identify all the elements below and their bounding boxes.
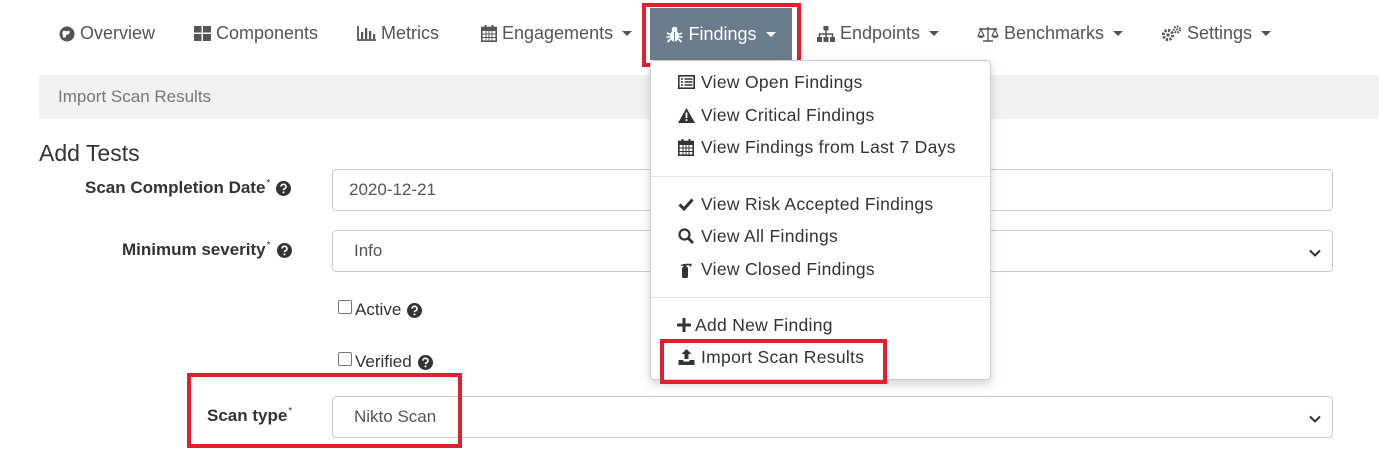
nav-metrics[interactable]: Metrics [357, 0, 439, 67]
balance-scale-icon [977, 26, 999, 42]
severity-label-row: Minimum severity * [122, 240, 292, 260]
grid-icon [194, 26, 211, 41]
scan-type-label: Scan type [207, 406, 288, 425]
menu-view-open-findings[interactable]: View Open Findings [677, 69, 863, 95]
menu-view-critical-findings[interactable]: View Critical Findings [677, 102, 875, 128]
warning-icon [677, 107, 695, 123]
help-icon[interactable] [407, 302, 423, 318]
fire-extinguisher-icon [677, 261, 695, 278]
nav-settings-label: Settings [1187, 23, 1253, 43]
required-marker: * [288, 406, 293, 417]
menu-view-closed-findings-label: View Closed Findings [701, 258, 875, 279]
menu-view-critical-findings-label: View Critical Findings [701, 104, 875, 125]
nav-benchmarks[interactable]: Benchmarks [977, 0, 1124, 67]
active-label: Active [355, 300, 402, 319]
nav-overview-label: Overview [80, 23, 156, 43]
help-icon[interactable] [417, 354, 433, 370]
sitemap-icon [817, 25, 835, 42]
menu-view-closed-findings[interactable]: View Closed Findings [677, 256, 875, 282]
nav-metrics-label: Metrics [381, 23, 439, 43]
nav-overview[interactable]: Overview [59, 0, 155, 67]
globe-icon [59, 26, 75, 42]
menu-divider [651, 176, 990, 177]
help-icon[interactable] [276, 242, 292, 258]
scan-date-label-row: Scan Completion Date * [85, 178, 292, 198]
chevron-down-icon [929, 31, 940, 36]
nav-engagements-label: Engagements [502, 23, 614, 43]
chevron-down-icon [1261, 31, 1272, 36]
nav-components-label: Components [216, 23, 319, 43]
verified-checkbox[interactable] [338, 352, 352, 366]
calendar-icon [481, 25, 497, 42]
nav-settings[interactable]: Settings [1161, 0, 1272, 67]
scan-type-select[interactable]: Nikto Scan [332, 396, 1333, 438]
menu-view-findings-last-7-days-label: View Findings from Last 7 Days [701, 136, 956, 157]
menu-import-scan-results[interactable]: Import Scan Results [677, 344, 864, 370]
upload-icon [677, 349, 695, 365]
menu-import-scan-results-label: Import Scan Results [701, 346, 865, 367]
chevron-down-icon [1308, 245, 1322, 265]
page-title: Add Tests [39, 140, 140, 166]
nav-endpoints-label: Endpoints [840, 23, 921, 43]
chevron-down-icon [765, 31, 776, 37]
nav-components[interactable]: Components [194, 0, 318, 67]
nav-benchmarks-label: Benchmarks [1004, 23, 1105, 43]
nav-findings-label: Findings [688, 23, 757, 44]
required-marker: * [266, 240, 271, 251]
chevron-down-icon [1113, 31, 1124, 36]
active-checkbox-row: Active [338, 300, 423, 320]
menu-add-new-finding-label: Add New Finding [695, 314, 833, 335]
severity-label: Minimum severity [122, 240, 266, 259]
menu-view-open-findings-label: View Open Findings [701, 71, 863, 92]
verified-checkbox-row: Verified [338, 352, 433, 372]
calendar-icon [677, 138, 695, 156]
chevron-down-icon [622, 31, 633, 36]
menu-view-all-findings-label: View All Findings [701, 225, 839, 246]
scan-date-label: Scan Completion Date [85, 178, 266, 197]
chevron-down-icon [1308, 411, 1322, 431]
nav-endpoints[interactable]: Endpoints [817, 0, 940, 67]
scan-type-value: Nikto Scan [354, 407, 437, 426]
nav-engagements[interactable]: Engagements [481, 0, 633, 67]
verified-label: Verified [355, 352, 412, 371]
menu-add-new-finding[interactable]: Add New Finding [677, 312, 833, 338]
scan-completion-date-value: 2020-12-21 [349, 180, 436, 199]
main-nav: Overview Components Metrics Engagements … [0, 0, 1379, 67]
check-icon [677, 197, 695, 211]
bar-chart-icon [357, 26, 376, 41]
menu-view-all-findings[interactable]: View All Findings [677, 223, 838, 249]
required-marker: * [266, 178, 271, 189]
menu-divider [651, 297, 990, 298]
nav-findings[interactable]: Findings [650, 8, 792, 60]
menu-view-findings-last-7-days[interactable]: View Findings from Last 7 Days [677, 134, 956, 160]
scan-type-label-row: Scan type * [207, 406, 292, 426]
bug-icon [666, 26, 683, 43]
minimum-severity-value: Info [354, 241, 383, 260]
help-icon[interactable] [276, 180, 292, 196]
plus-icon [677, 318, 691, 332]
gears-icon [1161, 25, 1182, 42]
list-icon [677, 75, 695, 89]
findings-dropdown-menu: View Open Findings View Critical Finding… [650, 60, 991, 380]
active-checkbox[interactable] [338, 300, 352, 314]
search-icon [677, 228, 695, 244]
breadcrumb-current: Import Scan Results [58, 87, 212, 106]
menu-view-risk-accepted-findings-label: View Risk Accepted Findings [701, 193, 934, 214]
menu-view-risk-accepted-findings[interactable]: View Risk Accepted Findings [677, 191, 933, 217]
